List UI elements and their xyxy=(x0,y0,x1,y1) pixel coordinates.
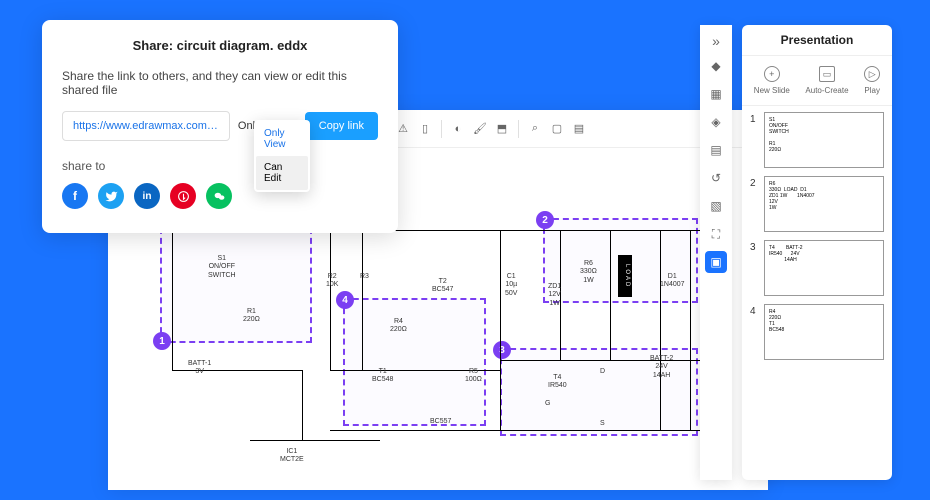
label-r2: R2 10K xyxy=(326,273,338,290)
panel-title: Presentation xyxy=(752,33,882,47)
brush-icon[interactable]: 🖌 xyxy=(470,119,490,139)
page-icon[interactable]: ▤ xyxy=(569,119,589,139)
label-d: D xyxy=(600,368,605,376)
slide-thumbnail-1[interactable]: S1 ON/OFF SWITCH R1 220Ω xyxy=(764,112,884,168)
slide-thumbnail-4[interactable]: R4 220Ω T1 BC548 xyxy=(764,304,884,360)
slide-item[interactable]: 2 R6 330Ω LOAD D1 ZD1 1W 1N4007 12V 1W xyxy=(750,176,884,232)
label-s1: S1 ON/OFF SWITCH xyxy=(208,255,236,280)
fill-tool-icon[interactable]: ◆ xyxy=(705,55,727,77)
selection-badge-1: 1 xyxy=(153,332,171,350)
zoom-icon[interactable]: ⌕ xyxy=(525,119,545,139)
image-tool-icon[interactable]: ▧ xyxy=(705,195,727,217)
share-to-label: share to xyxy=(62,159,378,173)
facebook-button[interactable]: f xyxy=(62,183,88,209)
copy-link-button[interactable]: Copy link xyxy=(305,112,378,140)
label-t2: T2 BC547 xyxy=(432,278,453,295)
selection-box-1[interactable]: 1 xyxy=(160,218,312,343)
slide-thumbnail-3[interactable]: T4 BATT-2 IR540 24V 14AH xyxy=(764,240,884,296)
load-box: LOAD xyxy=(618,255,632,297)
fill-icon[interactable]: ◐ xyxy=(448,119,468,139)
circuit-diagram[interactable]: 1 2 3 4 S1 ON/OFF SWITCH R1 220Ω BATT-1 … xyxy=(130,200,750,480)
share-url-input[interactable]: https://www.edrawmax.com/server... xyxy=(62,111,230,141)
label-bc557: BC557 xyxy=(430,418,451,426)
label-t1: T1 BC548 xyxy=(372,368,393,385)
auto-create-button[interactable]: ▭ Auto-Create xyxy=(805,66,848,95)
label-c1: C1 10µ 50V xyxy=(505,273,517,298)
slide-item[interactable]: 1 S1 ON/OFF SWITCH R1 220Ω xyxy=(750,112,884,168)
selection-badge-2: 2 xyxy=(536,211,554,229)
slide-item[interactable]: 4 R4 220Ω T1 BC548 xyxy=(750,304,884,360)
label-batt1: BATT-1 3V xyxy=(188,360,211,377)
wechat-button[interactable] xyxy=(206,183,232,209)
presentation-icon[interactable]: ▣ xyxy=(705,251,727,273)
new-slide-button[interactable]: + New Slide xyxy=(754,66,790,95)
crop-icon[interactable]: ⬒ xyxy=(492,119,512,139)
label-r5: R5 100Ω xyxy=(465,368,482,385)
share-description: Share the link to others, and they can v… xyxy=(62,69,378,97)
document-icon[interactable]: ▤ xyxy=(705,139,727,161)
label-r4: R4 220Ω xyxy=(390,318,407,335)
permission-dropdown: Only View Can Edit xyxy=(254,120,310,192)
collapse-icon[interactable]: » xyxy=(712,33,720,49)
selection-box-4[interactable]: 4 xyxy=(343,298,486,426)
label-g: G xyxy=(545,400,550,408)
share-title: Share: circuit diagram. eddx xyxy=(62,38,378,53)
pinterest-button[interactable] xyxy=(170,183,196,209)
expand-icon[interactable]: ⛶ xyxy=(705,223,727,245)
label-s: S xyxy=(600,420,605,428)
screen-icon: ▭ xyxy=(819,66,835,82)
label-r6: R6 330Ω 1W xyxy=(580,260,597,285)
presentation-panel: Presentation + New Slide ▭ Auto-Create ▷… xyxy=(742,25,892,480)
chart-icon[interactable]: ▯ xyxy=(415,119,435,139)
side-rail: » ◆ ▦ ◈ ▤ ↺ ▧ ⛶ ▣ xyxy=(700,25,732,480)
play-icon: ▷ xyxy=(864,66,880,82)
selection-badge-4: 4 xyxy=(336,291,354,309)
label-zd1: ZD1 12V 1W xyxy=(548,283,561,308)
label-r1: R1 220Ω xyxy=(243,308,260,325)
play-button[interactable]: ▷ Play xyxy=(864,66,880,95)
label-d1: D1 1N4007 xyxy=(660,273,685,290)
permission-option-can-edit[interactable]: Can Edit xyxy=(256,156,308,190)
label-ic1: IC1 MCT2E xyxy=(280,448,304,465)
slide-item[interactable]: 3 T4 BATT-2 IR540 24V 14AH xyxy=(750,240,884,296)
grid-tool-icon[interactable]: ▦ xyxy=(705,83,727,105)
label-r3: R3 xyxy=(360,273,369,281)
layers-icon[interactable]: ◈ xyxy=(705,111,727,133)
permission-option-only-view[interactable]: Only View xyxy=(256,122,308,156)
slides-list: 1 S1 ON/OFF SWITCH R1 220Ω 2 R6 330Ω LOA… xyxy=(742,106,892,480)
history-icon[interactable]: ↺ xyxy=(705,167,727,189)
label-batt2: BATT-2 24V 14AH xyxy=(650,355,673,380)
twitter-button[interactable] xyxy=(98,183,124,209)
label-t4: T4 IR540 xyxy=(548,374,567,391)
fit-icon[interactable]: ▢ xyxy=(547,119,567,139)
share-modal: Share: circuit diagram. eddx Share the l… xyxy=(42,20,398,233)
selection-badge-3: 3 xyxy=(493,341,511,359)
linkedin-button[interactable]: in xyxy=(134,183,160,209)
slide-thumbnail-2[interactable]: R6 330Ω LOAD D1 ZD1 1W 1N4007 12V 1W xyxy=(764,176,884,232)
plus-icon: + xyxy=(764,66,780,82)
